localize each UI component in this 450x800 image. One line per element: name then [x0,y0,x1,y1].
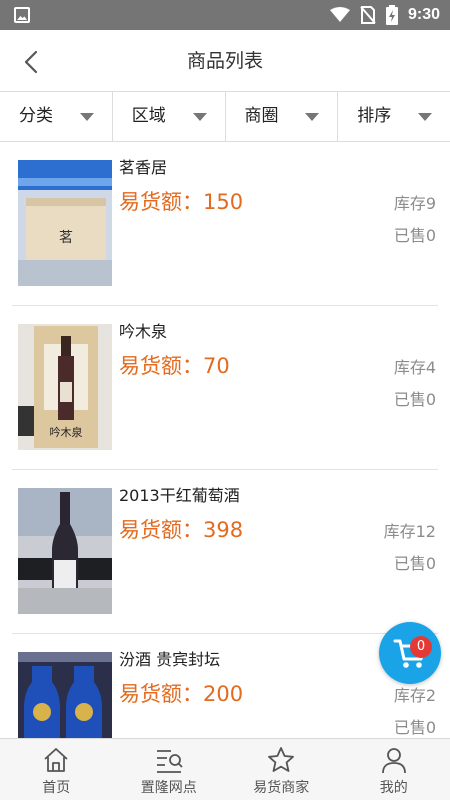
filter-category-dropdown[interactable]: 分类 [0,92,113,141]
caret-down-icon [192,113,207,121]
product-item[interactable]: 2013干红葡萄酒 易货额：398 库存12 已售0 [12,470,438,634]
tab-merchants[interactable]: 易货商家 [225,739,338,800]
cart-button[interactable] [379,622,441,684]
tab-label: 首页 [42,780,71,796]
bottom-tab-bar: 首页 置隆网点 易货商家 我的 [0,738,450,800]
product-price: 易货额：398 [119,518,244,542]
product-sold: 已售0 [393,226,436,245]
product-image: 吟木泉 [18,324,112,450]
tab-home[interactable]: 首页 [0,739,113,800]
product-price: 易货额：70 [119,354,230,378]
product-name: 2013干红葡萄酒 [119,486,240,505]
filter-business-district-dropdown[interactable]: 商圈 [226,92,339,141]
filter-label: 排序 [357,106,392,126]
battery-charging-icon [385,5,398,25]
product-item[interactable]: 茗 茗香居 易货额：150 库存9 已售0 [12,142,438,306]
product-stock: 库存9 [393,194,436,213]
title-bar: 商品列表 [0,30,450,92]
product-sold: 已售0 [393,718,436,737]
caret-down-icon [305,113,320,121]
list-search-icon [156,750,183,773]
product-image [18,488,112,614]
svg-text:茗: 茗 [59,230,73,246]
caret-down-icon [79,113,94,121]
product-image [18,652,112,738]
product-image: 茗 [18,160,112,286]
user-icon [381,748,406,774]
product-stock: 库存2 [393,686,436,705]
product-sold: 已售0 [393,390,436,409]
filter-sort-dropdown[interactable]: 排序 [338,92,450,141]
filter-label: 商圈 [244,106,279,126]
product-price: 易货额：150 [119,190,244,214]
page-title: 商品列表 [186,50,263,72]
product-sold: 已售0 [393,554,436,573]
product-item[interactable]: 吟木泉 吟木泉 易货额：70 库存4 已售0 [12,306,438,470]
gallery-notification-icon [14,7,30,23]
product-name: 茗香居 [119,158,168,177]
clock-time: 9:30 [407,6,440,23]
product-name: 汾酒 贵宾封坛 [119,650,221,669]
home-icon [44,748,68,772]
tab-profile[interactable]: 我的 [338,739,450,800]
product-item[interactable]: 汾酒 贵宾封坛 易货额：200 库存2 已售0 [12,634,438,738]
product-stock: 库存12 [383,522,436,541]
tab-label: 置隆网点 [140,780,197,796]
no-sim-icon [360,6,376,24]
svg-text:吟木泉: 吟木泉 [50,425,83,439]
product-name: 吟木泉 [119,322,168,341]
tab-outlets[interactable]: 置隆网点 [113,739,226,800]
product-stock: 库存4 [393,358,436,377]
filter-region-dropdown[interactable]: 区域 [113,92,226,141]
product-price: 易货额：200 [119,682,244,706]
tab-label: 我的 [379,780,408,796]
caret-down-icon [418,113,432,121]
tab-label: 易货商家 [253,780,310,796]
filter-label: 分类 [19,106,53,126]
wifi-icon [329,7,350,22]
status-bar: 9:30 [0,0,450,30]
filter-bar: 分类 区域 商圈 排序 [0,92,450,142]
cart-count-badge: 0 [410,636,432,658]
star-icon [268,747,295,772]
filter-label: 区域 [131,106,166,126]
